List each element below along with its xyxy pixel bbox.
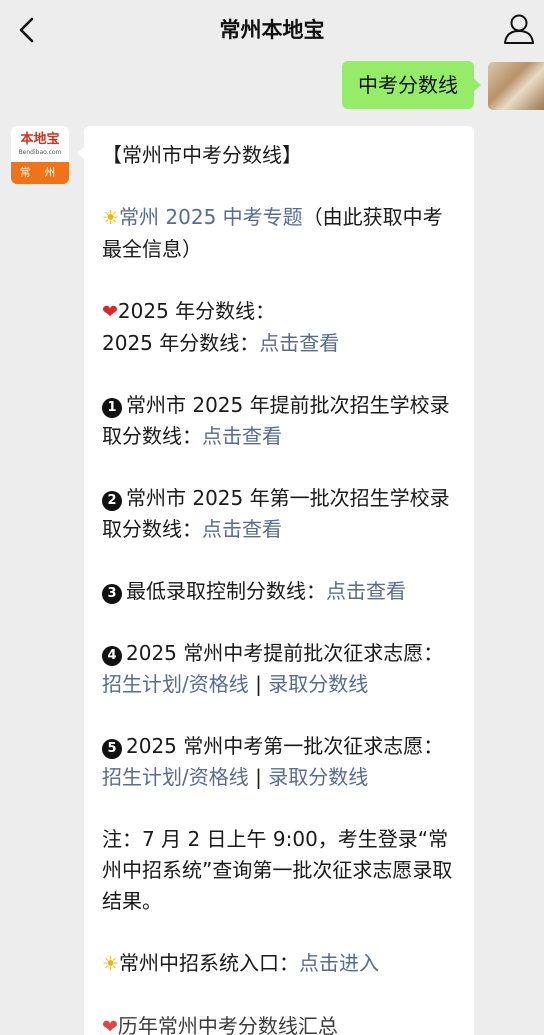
sun-icon: ☀ xyxy=(102,953,120,975)
number-badge: 5 xyxy=(102,739,122,759)
item-5-link-scores[interactable]: 录取分数线 xyxy=(268,765,368,789)
heart-icon: ❤ xyxy=(102,1016,118,1035)
number-badge: 4 xyxy=(102,646,122,666)
entry-label: 常州中招系统入口： xyxy=(119,951,300,975)
item-4-link-plan[interactable]: 招生计划/资格线 xyxy=(102,672,249,696)
history-line: ❤历年常州中考分数线汇总 xyxy=(102,1011,458,1035)
item-3-link[interactable]: 点击查看 xyxy=(326,579,406,603)
top-bar: 常州本地宝 xyxy=(0,0,544,62)
brand-logo-text: 本地宝 xyxy=(20,132,60,147)
reply-message: 【常州市中考分数线】 ☀常州 2025 中考专题（由此获取中考最全信息） ❤20… xyxy=(77,126,474,1035)
person-icon xyxy=(504,14,534,44)
item-4-text: 2025 常州中考提前批次征求志愿： xyxy=(126,641,444,665)
link-separator: | xyxy=(248,672,269,696)
topic-line: ☀常州 2025 中考专题（由此获取中考最全信息） xyxy=(102,202,458,265)
list-item-5: 5 2025 常州中考第一批次征求志愿： 招生计划/资格线 | 录取分数线 xyxy=(102,731,458,793)
list-item-2: 2 常州市 2025 年第一批次招生学校录取分数线：点击查看 xyxy=(102,483,458,545)
list-item-4: 4 2025 常州中考提前批次征求志愿： 招生计划/资格线 | 录取分数线 xyxy=(102,638,458,700)
link-separator: | xyxy=(248,765,269,789)
brand-city-text: 常 州 xyxy=(11,162,69,184)
sun-icon: ☀ xyxy=(102,207,120,229)
list-item-3: 3 最低录取控制分数线：点击查看 xyxy=(102,576,458,607)
entry-line: ☀常州中招系统入口：点击进入 xyxy=(102,948,458,980)
topic-link[interactable]: 常州 2025 中考专题 xyxy=(119,205,303,229)
score-line-label: 2025 年分数线： xyxy=(102,331,260,355)
reply-heading: 【常州市中考分数线】 xyxy=(102,143,302,167)
heart-icon: ❤ xyxy=(102,301,118,323)
score-line-link[interactable]: 点击查看 xyxy=(259,331,339,355)
number-badge: 1 xyxy=(102,398,122,418)
number-badge: 3 xyxy=(102,584,122,604)
item-5-text: 2025 常州中考第一批次征求志愿： xyxy=(126,734,444,758)
note-text: 注：7 月 2 日上午 9:00，考生登录“常州中招系统”查询第一批次征求志愿录… xyxy=(102,827,453,913)
item-1-link[interactable]: 点击查看 xyxy=(202,424,282,448)
outgoing-message[interactable]: 中考分数线 xyxy=(342,61,481,109)
brand-site-text: Bendibao.com xyxy=(18,149,62,156)
profile-button[interactable] xyxy=(502,12,536,46)
item-2-link[interactable]: 点击查看 xyxy=(202,517,282,541)
user-avatar[interactable] xyxy=(488,62,544,110)
list-item-1: 1 常州市 2025 年提前批次招生学校录取分数线：点击查看 xyxy=(102,390,458,452)
bot-avatar[interactable]: 本地宝 Bendibao.com 常 州 xyxy=(11,126,69,184)
entry-link[interactable]: 点击进入 xyxy=(299,951,379,975)
item-3-text: 最低录取控制分数线： xyxy=(126,579,326,603)
score-section: ❤2025 年分数线： 2025 年分数线：点击查看 xyxy=(102,296,458,359)
item-5-link-plan[interactable]: 招生计划/资格线 xyxy=(102,765,249,789)
number-badge: 2 xyxy=(102,491,122,511)
history-text[interactable]: 历年常州中考分数线汇总 xyxy=(118,1014,338,1035)
chat-title: 常州本地宝 xyxy=(219,18,325,42)
item-4-link-scores[interactable]: 录取分数线 xyxy=(268,672,368,696)
score-heading: 2025 年分数线： xyxy=(117,299,276,323)
